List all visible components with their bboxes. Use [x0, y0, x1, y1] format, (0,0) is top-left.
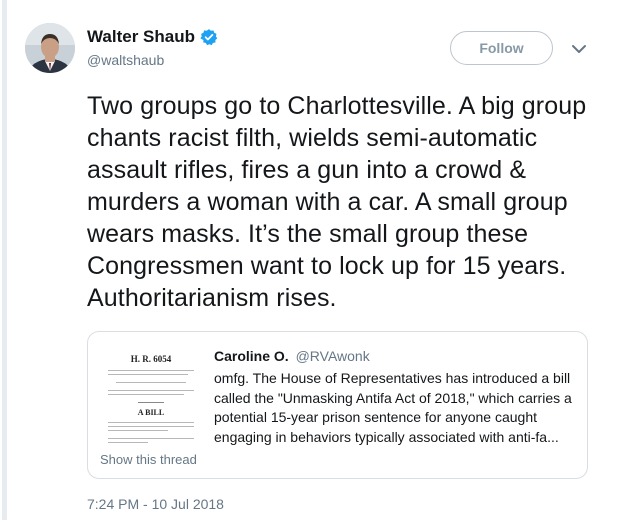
doc-text-line — [108, 422, 194, 423]
doc-text-line — [108, 442, 148, 443]
doc-text-line — [108, 370, 194, 371]
doc-text-line — [108, 374, 188, 375]
quoted-author-name[interactable]: Caroline O. — [214, 348, 289, 364]
show-thread-link[interactable]: Show this thread — [100, 452, 197, 467]
bill-number: H. R. 6054 — [130, 354, 172, 364]
author-display-name[interactable]: Walter Shaub — [87, 27, 195, 47]
follow-button[interactable]: Follow — [450, 31, 553, 65]
quoted-tweet-card[interactable]: H. R. 6054 A BILL Caroline O. @RVAwonk o… — [87, 331, 588, 479]
doc-text-line — [108, 426, 194, 427]
author-handle[interactable]: @waltshaub — [87, 51, 164, 69]
avatar-image — [25, 23, 75, 73]
doc-rule — [138, 402, 164, 403]
author-name-row[interactable]: Walter Shaub — [87, 27, 218, 47]
chevron-down-icon[interactable] — [570, 40, 588, 58]
thread-line — [2, 0, 7, 520]
doc-text-line — [108, 430, 168, 431]
verified-badge-icon — [200, 29, 218, 46]
quoted-tweet-text: omfg. The House of Representatives has i… — [214, 370, 572, 445]
tweet-text: Two groups go to Charlottesville. A big … — [87, 92, 587, 312]
quoted-author-row[interactable]: Caroline O. @RVAwonk — [214, 347, 370, 365]
doc-text-line — [108, 390, 194, 391]
avatar[interactable] — [25, 23, 75, 73]
doc-text-line — [116, 382, 186, 383]
doc-text-line — [108, 394, 184, 395]
bill-document-thumbnail: H. R. 6054 A BILL — [102, 354, 200, 454]
bill-heading: A BILL — [137, 408, 165, 417]
doc-text-line — [108, 438, 194, 439]
tweet-page: Walter Shaub @waltshaub Follow Two group… — [0, 0, 620, 520]
quoted-author-handle[interactable]: @RVAwonk — [296, 348, 370, 364]
tweet-timestamp[interactable]: 7:24 PM - 10 Jul 2018 — [87, 496, 224, 512]
